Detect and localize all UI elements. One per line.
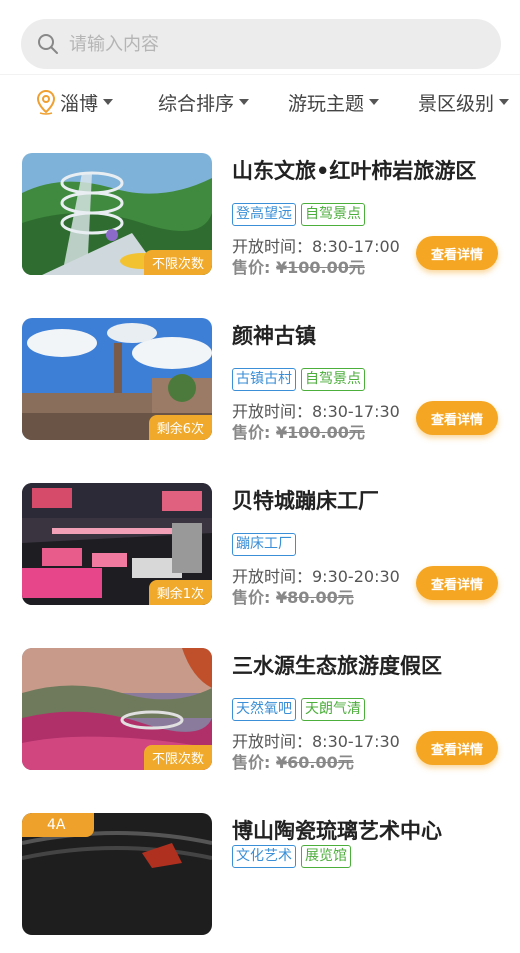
search-header bbox=[0, 0, 520, 74]
attraction-name[interactable]: 博山陶瓷琉璃艺术中心 bbox=[232, 815, 442, 845]
attraction-name[interactable]: 贝特城蹦床工厂 bbox=[232, 485, 379, 515]
price: 售价: ¥60.00元 bbox=[232, 749, 354, 773]
tag: 文化艺术 bbox=[232, 845, 296, 868]
attraction-name[interactable]: 三水源生态旅游度假区 bbox=[232, 650, 442, 680]
remaining-badge: 不限次数 bbox=[143, 250, 212, 275]
remaining-badge: 剩余1次 bbox=[148, 580, 212, 605]
tag-list: 天然氧吧 天朗气清 bbox=[232, 698, 365, 721]
chevron-down-icon bbox=[239, 99, 250, 105]
filter-sort[interactable]: 综合排序 bbox=[158, 89, 250, 116]
tag-list: 登高望远 自驾景点 bbox=[232, 203, 365, 226]
level-badge: 4A bbox=[22, 813, 94, 837]
price: 售价: ¥100.00元 bbox=[232, 419, 365, 443]
tag-list: 蹦床工厂 bbox=[232, 533, 296, 556]
filter-city[interactable]: 淄博 bbox=[36, 89, 114, 116]
remaining-badge: 不限次数 bbox=[143, 745, 212, 770]
price: 售价: ¥100.00元 bbox=[232, 254, 365, 278]
attraction-photo[interactable]: 4A bbox=[22, 813, 212, 935]
filter-sort-label: 综合排序 bbox=[158, 92, 235, 115]
filter-level-label: 景区级别 bbox=[418, 92, 495, 115]
chevron-down-icon bbox=[103, 99, 114, 105]
remaining-badge: 剩余6次 bbox=[148, 415, 212, 440]
tag: 自驾景点 bbox=[301, 203, 365, 226]
tag: 登高望远 bbox=[232, 203, 296, 226]
attraction-photo[interactable]: 不限次数 bbox=[22, 648, 212, 770]
tag: 自驾景点 bbox=[301, 368, 365, 391]
details-button[interactable]: 查看详情 bbox=[416, 566, 498, 600]
tag-list: 古镇古村 自驾景点 bbox=[232, 368, 365, 391]
tag: 天朗气清 bbox=[301, 698, 365, 721]
tag: 天然氧吧 bbox=[232, 698, 296, 721]
filter-level[interactable]: 景区级别 bbox=[418, 89, 510, 116]
attraction-name[interactable]: 颜神古镇 bbox=[232, 320, 316, 350]
tag-list: 文化艺术 展览馆 bbox=[232, 845, 351, 868]
attraction-photo[interactable]: 剩余1次 bbox=[22, 483, 212, 605]
attraction-name[interactable]: 山东文旅•红叶柿岩旅游区 bbox=[232, 155, 476, 185]
price-value: ¥100.00元 bbox=[275, 258, 365, 277]
list-item[interactable]: 不限次数 三水源生态旅游度假区 天然氧吧 天朗气清 开放时间：8:30-17:3… bbox=[0, 623, 520, 788]
details-button[interactable]: 查看详情 bbox=[416, 731, 498, 765]
details-button[interactable]: 查看详情 bbox=[416, 401, 498, 435]
chevron-down-icon bbox=[369, 99, 380, 105]
location-pin-icon bbox=[36, 89, 56, 115]
price-value: ¥100.00元 bbox=[275, 423, 365, 442]
price-value: ¥60.00元 bbox=[275, 753, 354, 772]
tag: 古镇古村 bbox=[232, 368, 296, 391]
price-label: 售价: bbox=[232, 423, 271, 442]
filter-theme[interactable]: 游玩主题 bbox=[288, 89, 380, 116]
search-icon bbox=[38, 34, 58, 54]
attraction-photo[interactable]: 不限次数 bbox=[22, 153, 212, 275]
list-item[interactable]: 剩余6次 颜神古镇 古镇古村 自驾景点 开放时间：8:30-17:30 售价: … bbox=[0, 293, 520, 458]
details-button[interactable]: 查看详情 bbox=[416, 236, 498, 270]
price-label: 售价: bbox=[232, 753, 271, 772]
price-value: ¥80.00元 bbox=[275, 588, 354, 607]
price-label: 售价: bbox=[232, 588, 271, 607]
list-item[interactable]: 剩余1次 贝特城蹦床工厂 蹦床工厂 开放时间：9:30-20:30 售价: ¥8… bbox=[0, 458, 520, 623]
list-item[interactable]: 不限次数 山东文旅•红叶柿岩旅游区 登高望远 自驾景点 开放时间：8:30-17… bbox=[0, 128, 520, 293]
tag: 展览馆 bbox=[301, 845, 351, 868]
chevron-down-icon bbox=[499, 99, 510, 105]
search-bar[interactable] bbox=[21, 19, 501, 69]
attraction-photo[interactable]: 剩余6次 bbox=[22, 318, 212, 440]
tag: 蹦床工厂 bbox=[232, 533, 296, 556]
filter-city-label: 淄博 bbox=[60, 92, 99, 115]
price: 售价: ¥80.00元 bbox=[232, 584, 354, 608]
filter-bar: 淄博 综合排序 游玩主题 景区级别 bbox=[0, 74, 520, 129]
price-label: 售价: bbox=[232, 258, 271, 277]
search-input[interactable] bbox=[67, 32, 471, 56]
filter-theme-label: 游玩主题 bbox=[288, 92, 365, 115]
